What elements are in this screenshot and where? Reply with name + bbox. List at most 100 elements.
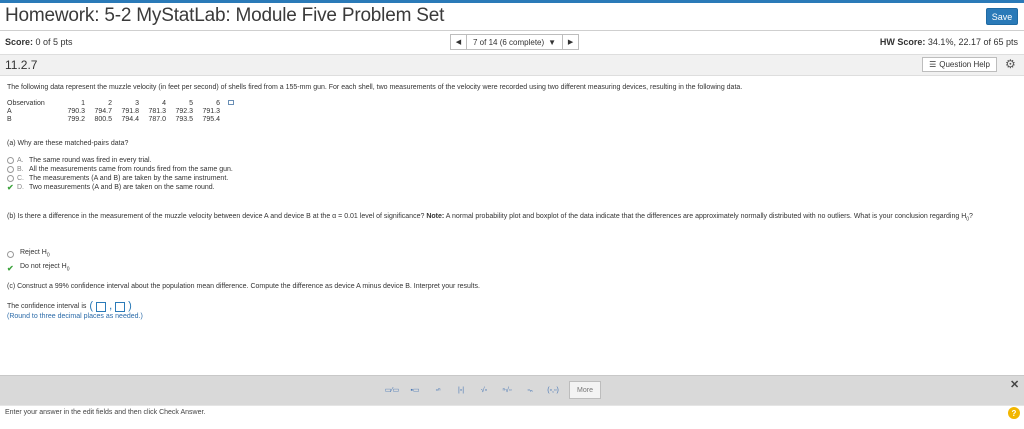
ci-upper-input[interactable] bbox=[115, 301, 126, 312]
choice-letter: A. bbox=[17, 157, 24, 164]
table-header-cell: 2 bbox=[108, 100, 112, 107]
question-navigator: ◀ 7 of 14 (6 complete) ▼ ▶ bbox=[450, 34, 580, 50]
help-icon[interactable]: ? bbox=[1008, 407, 1020, 419]
open-paren-icon: ( bbox=[89, 300, 94, 312]
mixed-number-icon[interactable]: ▪▭ bbox=[404, 381, 426, 399]
choice-text: All the measurements came from rounds fi… bbox=[29, 166, 233, 173]
checkmark-icon[interactable]: ✔ bbox=[7, 264, 14, 273]
question-header-bar bbox=[0, 54, 1024, 76]
exponent-icon[interactable]: ▫ⁿ bbox=[427, 381, 449, 399]
square-root-icon[interactable]: √▫ bbox=[473, 381, 495, 399]
data-table: Observation 1 2 3 4 5 6 A 790.3 794.7 79… bbox=[7, 100, 237, 124]
choice-do-not-reject[interactable]: ✔ Do not reject H0 bbox=[7, 261, 69, 275]
table-cell: 794.4 bbox=[121, 116, 139, 123]
part-b-prompt: (b) Is there a difference in the measure… bbox=[7, 212, 1017, 224]
choice-a[interactable]: A. The same round was fired in every tri… bbox=[7, 156, 233, 165]
triangle-right-icon: ▶ bbox=[567, 39, 574, 46]
table-header-cell: 3 bbox=[135, 100, 139, 107]
comma-icon: , bbox=[109, 300, 113, 312]
hw-score-display: HW Score: 34.1%, 22.17 of 65 pts bbox=[880, 37, 1018, 47]
table-cell: 793.5 bbox=[175, 116, 193, 123]
nth-root-icon[interactable]: ⁿ√▫ bbox=[496, 381, 518, 399]
table-header-row: Observation 1 2 3 4 5 6 bbox=[7, 100, 237, 108]
fraction-icon[interactable]: ▭⁄▭ bbox=[381, 381, 403, 399]
table-cell: 799.2 bbox=[67, 116, 85, 123]
ordered-pair-icon[interactable]: (▫,▫) bbox=[542, 381, 564, 399]
table-row: A 790.3 794.7 791.8 781.3 792.3 791.3 bbox=[7, 108, 237, 116]
footer-instruction: Enter your answer in the edit fields and… bbox=[5, 409, 206, 416]
question-intro: The following data represent the muzzle … bbox=[7, 84, 743, 91]
math-tools: ▭⁄▭ ▪▭ ▫ⁿ |▫| √▫ ⁿ√▫ ▫ₙ (▫,▫) More bbox=[381, 381, 601, 399]
part-b-choices: Reject H0 ✔ Do not reject H0 bbox=[7, 247, 69, 275]
absolute-value-icon[interactable]: |▫| bbox=[450, 381, 472, 399]
hw-score-label: HW Score: bbox=[879, 37, 926, 47]
rounding-note: (Round to three decimal places as needed… bbox=[7, 313, 143, 320]
gear-icon[interactable]: ⚙ bbox=[1005, 57, 1016, 71]
part-a-prompt: (a) Why are these matched-pairs data? bbox=[7, 140, 129, 147]
triangle-left-icon: ◀ bbox=[455, 39, 462, 46]
next-question-button[interactable]: ▶ bbox=[562, 34, 580, 50]
radio-button[interactable] bbox=[7, 157, 14, 164]
note-label: Note: bbox=[426, 213, 445, 220]
table-cell: 794.7 bbox=[94, 108, 112, 115]
confidence-interval-row: The confidence interval is ( , ) bbox=[7, 301, 132, 312]
radio-button[interactable] bbox=[7, 166, 14, 173]
question-select[interactable]: 7 of 14 (6 complete) ▼ bbox=[467, 34, 563, 50]
prev-question-button[interactable]: ◀ bbox=[450, 34, 467, 50]
subscript-icon[interactable]: ▫ₙ bbox=[519, 381, 541, 399]
ci-label: The confidence interval is bbox=[7, 303, 87, 310]
table-cell: 800.5 bbox=[94, 116, 112, 123]
copy-data-icon[interactable] bbox=[228, 100, 234, 105]
choice-reject[interactable]: Reject H0 bbox=[7, 247, 69, 261]
hw-score-value: 34.1%, 22.17 of 65 pts bbox=[927, 37, 1018, 47]
list-icon: ☰ bbox=[929, 60, 937, 69]
choice-letter: C. bbox=[17, 175, 24, 182]
table-cell: 781.3 bbox=[148, 108, 166, 115]
table-cell: 790.3 bbox=[67, 108, 85, 115]
question-help-button[interactable]: ☰ Question Help bbox=[922, 57, 997, 72]
table-header-cell: 1 bbox=[81, 100, 85, 107]
score-value: 0 of 5 pts bbox=[35, 37, 73, 47]
top-accent-bar bbox=[0, 0, 1024, 3]
table-header-cell: 4 bbox=[162, 100, 166, 107]
choice-d[interactable]: ✔ D. Two measurements (A and B) are take… bbox=[7, 183, 233, 192]
table-row: B 799.2 800.5 794.4 787.0 793.5 795.4 bbox=[7, 116, 237, 124]
header-divider bbox=[0, 30, 1024, 31]
table-header-cell: 5 bbox=[189, 100, 193, 107]
question-help-label: Question Help bbox=[939, 60, 990, 69]
table-cell: 795.4 bbox=[202, 116, 220, 123]
table-cell: 791.3 bbox=[202, 108, 220, 115]
question-select-value: 7 of 14 (6 complete) bbox=[473, 37, 545, 47]
table-header-label: Observation bbox=[7, 100, 45, 107]
table-header-cell: 6 bbox=[216, 100, 220, 107]
choice-b[interactable]: B. All the measurements came from rounds… bbox=[7, 165, 233, 174]
part-a-choices: A. The same round was fired in every tri… bbox=[7, 156, 233, 192]
table-cell: 791.8 bbox=[121, 108, 139, 115]
choice-text: Reject H bbox=[20, 249, 47, 257]
part-b-note: A normal probability plot and boxplot of… bbox=[445, 213, 967, 220]
question-number: 11.2.7 bbox=[5, 58, 38, 72]
choice-c[interactable]: C. The measurements (A and B) are taken … bbox=[7, 174, 233, 183]
part-c-prompt: (c) Construct a 99% confidence interval … bbox=[7, 283, 480, 290]
close-paren-icon: ) bbox=[128, 300, 132, 312]
page-title: Homework: 5-2 MyStatLab: Module Five Pro… bbox=[5, 5, 445, 26]
choice-letter: D. bbox=[17, 184, 24, 191]
more-tools-button[interactable]: More bbox=[569, 381, 601, 399]
table-row-label: A bbox=[7, 108, 12, 115]
choice-text: The measurements (A and B) are taken by … bbox=[29, 175, 229, 182]
checkmark-icon[interactable]: ✔ bbox=[7, 183, 14, 192]
choice-text: The same round was fired in every trial. bbox=[29, 157, 152, 164]
save-button[interactable]: Save bbox=[986, 8, 1018, 25]
close-icon[interactable]: ✕ bbox=[1010, 378, 1019, 391]
radio-button[interactable] bbox=[7, 250, 14, 258]
part-b-text: (b) Is there a difference in the measure… bbox=[7, 213, 425, 220]
score-label: Score: bbox=[5, 37, 34, 47]
ci-lower-input[interactable] bbox=[96, 301, 107, 312]
caret-down-icon: ▼ bbox=[548, 37, 557, 47]
radio-button[interactable] bbox=[7, 175, 14, 182]
table-cell: 787.0 bbox=[148, 116, 166, 123]
choice-text: Do not reject H bbox=[20, 263, 67, 271]
choice-letter: B. bbox=[17, 166, 24, 173]
part-b-tail: ? bbox=[969, 213, 973, 220]
choice-text: Two measurements (A and B) are taken on … bbox=[29, 184, 215, 191]
